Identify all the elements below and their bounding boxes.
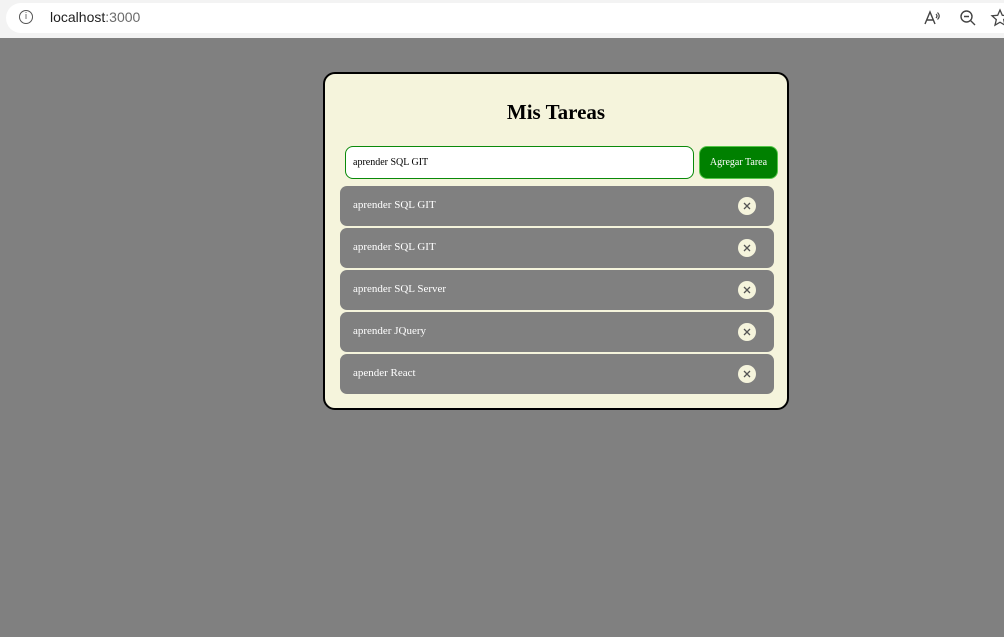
task-text: aprender SQL GIT xyxy=(353,199,436,211)
url-port: :3000 xyxy=(105,9,141,25)
address-bar[interactable] xyxy=(6,3,1004,33)
url-text[interactable]: localhost:3000 xyxy=(50,9,140,25)
task-item: aprender SQL GIT xyxy=(340,228,774,268)
close-icon xyxy=(743,370,751,378)
task-text: apender React xyxy=(353,367,416,379)
task-item: aprender JQuery xyxy=(340,312,774,352)
page-title: Mis Tareas xyxy=(506,100,606,124)
delete-task-button[interactable] xyxy=(738,323,756,341)
task-text: aprender SQL Server xyxy=(353,283,447,295)
todo-card: Mis Tareas Agregar Tarea aprender SQL GI… xyxy=(323,72,789,410)
task-item: aprender SQL GIT xyxy=(340,186,774,226)
read-aloud-icon[interactable] xyxy=(922,8,942,28)
task-list: aprender SQL GIT aprender SQL GIT aprend… xyxy=(340,186,774,396)
close-icon xyxy=(743,286,751,294)
close-icon xyxy=(743,202,751,210)
close-icon xyxy=(743,244,751,252)
add-task-button[interactable]: Agregar Tarea xyxy=(699,146,778,179)
favorite-star-icon[interactable] xyxy=(990,8,1004,28)
task-item: aprender SQL Server xyxy=(340,270,774,310)
delete-task-button[interactable] xyxy=(738,197,756,215)
zoom-out-icon[interactable] xyxy=(958,8,978,28)
delete-task-button[interactable] xyxy=(738,365,756,383)
close-icon xyxy=(743,328,751,336)
delete-task-button[interactable] xyxy=(738,239,756,257)
browser-toolbar: i localhost:3000 xyxy=(0,0,1004,38)
task-text: aprender SQL GIT xyxy=(353,241,436,253)
task-text: aprender JQuery xyxy=(353,325,426,337)
delete-task-button[interactable] xyxy=(738,281,756,299)
task-input[interactable] xyxy=(345,146,694,179)
task-item: apender React xyxy=(340,354,774,394)
info-icon[interactable]: i xyxy=(19,10,33,24)
url-host: localhost xyxy=(50,9,106,25)
